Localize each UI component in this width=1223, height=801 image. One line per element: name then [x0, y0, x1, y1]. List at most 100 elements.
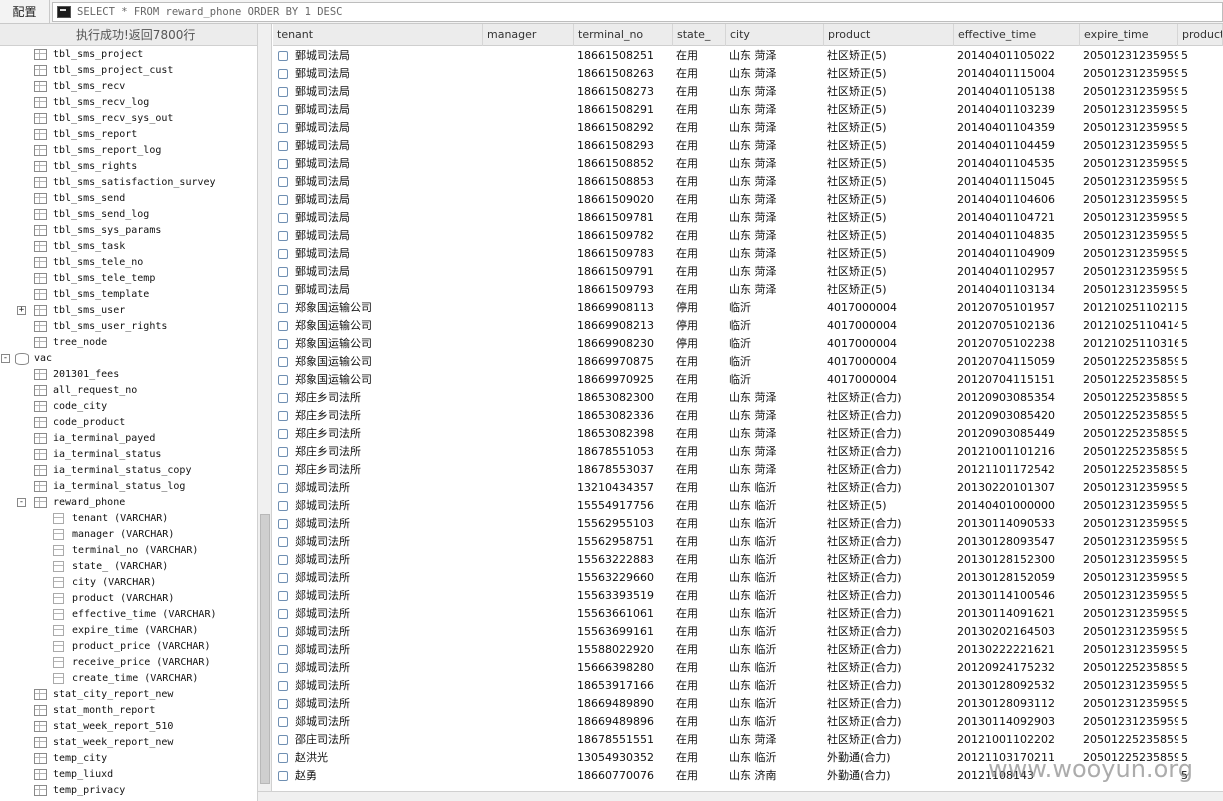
cell-terminal-no[interactable]: 15563222883 [574, 551, 673, 569]
cell-state[interactable]: 在用 [673, 623, 726, 641]
cell-expire-time[interactable]: 20501231235959 [1080, 173, 1178, 191]
cell-city[interactable]: 临沂 [726, 371, 824, 389]
cell-tenant[interactable]: 郯城司法所 [273, 641, 483, 659]
cell-product[interactable]: 社区矫正(合力) [824, 731, 954, 749]
collapse-icon[interactable]: - [17, 498, 26, 507]
cell-product[interactable]: 社区矫正(合力) [824, 533, 954, 551]
cell-manager[interactable] [483, 767, 574, 785]
cell-product[interactable]: 5 [1178, 335, 1223, 353]
cell-terminal-no[interactable]: 15666398280 [574, 659, 673, 677]
column-header-city[interactable]: city [726, 24, 824, 46]
cell-manager[interactable] [483, 533, 574, 551]
cell-effective-time[interactable]: 20120705102136 [954, 317, 1080, 335]
cell-tenant[interactable]: 鄄城司法局 [273, 137, 483, 155]
tree-table-item[interactable]: ia_terminal_status_log [0, 479, 257, 495]
tree-table-item[interactable]: code_city [0, 399, 257, 415]
cell-expire-time[interactable]: 20501231235959 [1080, 281, 1178, 299]
cell-product[interactable]: 5 [1178, 101, 1223, 119]
tree-table-item[interactable]: tbl_sms_tele_no [0, 255, 257, 271]
cell-product[interactable]: 社区矫正(5) [824, 209, 954, 227]
cell-manager[interactable] [483, 137, 574, 155]
cell-product[interactable]: 5 [1178, 245, 1223, 263]
cell-terminal-no[interactable]: 18661508293 [574, 137, 673, 155]
tree-table-item[interactable]: tbl_sms_satisfaction_survey [0, 175, 257, 191]
cell-product[interactable]: 社区矫正(合力) [824, 443, 954, 461]
cell-manager[interactable] [483, 371, 574, 389]
cell-terminal-no[interactable]: 18678551551 [574, 731, 673, 749]
cell-manager[interactable] [483, 263, 574, 281]
column-header-product[interactable]: product [824, 24, 954, 46]
cell-state[interactable]: 在用 [673, 407, 726, 425]
table-row[interactable]: 鄄城司法局 18661508852 在用 山东 菏泽 社区矫正(5) 2014040110… [273, 155, 1223, 173]
tree-table-item[interactable]: temp_city [0, 751, 257, 767]
cell-product[interactable]: 5 [1178, 623, 1223, 641]
cell-product[interactable]: 5 [1178, 281, 1223, 299]
cell-city[interactable]: 山东 临沂 [726, 551, 824, 569]
tree-column-item[interactable]: create_time (VARCHAR) [0, 671, 257, 687]
cell-manager[interactable] [483, 461, 574, 479]
cell-tenant[interactable]: 郯城司法所 [273, 497, 483, 515]
cell-city[interactable]: 临沂 [726, 317, 824, 335]
cell-product[interactable]: 社区矫正(5) [824, 155, 954, 173]
cell-product[interactable]: 5 [1178, 137, 1223, 155]
tree-table-item[interactable]: tbl_sms_tele_temp [0, 271, 257, 287]
tree-table-item[interactable]: tbl_sms_recv_sys_out [0, 111, 257, 127]
cell-expire-time[interactable]: 20501231235959 [1080, 677, 1178, 695]
table-row[interactable]: 鄄城司法局 18661508273 在用 山东 菏泽 社区矫正(5) 2014040110… [273, 83, 1223, 101]
cell-state[interactable]: 在用 [673, 767, 726, 785]
cell-city[interactable]: 山东 临沂 [726, 497, 824, 515]
cell-terminal-no[interactable]: 15562955103 [574, 515, 673, 533]
cell-terminal-no[interactable]: 18653917166 [574, 677, 673, 695]
cell-expire-time[interactable]: 20121025110414 [1080, 317, 1178, 335]
cell-tenant[interactable]: 鄄城司法局 [273, 155, 483, 173]
cell-terminal-no[interactable]: 18661509793 [574, 281, 673, 299]
cell-product[interactable]: 社区矫正(合力) [824, 569, 954, 587]
cell-city[interactable]: 山东 菏泽 [726, 65, 824, 83]
cell-product[interactable]: 社区矫正(5) [824, 119, 954, 137]
table-row[interactable]: 鄄城司法局 18661508853 在用 山东 菏泽 社区矫正(5) 2014040111… [273, 173, 1223, 191]
cell-terminal-no[interactable]: 18669908113 [574, 299, 673, 317]
cell-product[interactable]: 社区矫正(5) [824, 281, 954, 299]
cell-terminal-no[interactable]: 18661508291 [574, 101, 673, 119]
table-row[interactable]: 郯城司法所 15554917756 在用 山东 临沂 社区矫正(5) 2014040100… [273, 497, 1223, 515]
table-row[interactable]: 郯城司法所 15666398280 在用 山东 临沂 社区矫正(合力) 201209241… [273, 659, 1223, 677]
cell-product[interactable]: 社区矫正(5) [824, 65, 954, 83]
table-row[interactable]: 郑象国运输公司 18669908113 停用 临沂 4017000004 20120705… [273, 299, 1223, 317]
tree-table-item[interactable]: 201301_fees [0, 367, 257, 383]
cell-product[interactable]: 社区矫正(合力) [824, 407, 954, 425]
column-header-tenant[interactable]: tenant [273, 24, 483, 46]
cell-tenant[interactable]: 郯城司法所 [273, 677, 483, 695]
cell-product[interactable]: 5 [1178, 713, 1223, 731]
cell-product[interactable]: 5 [1178, 587, 1223, 605]
cell-product[interactable]: 社区矫正(5) [824, 227, 954, 245]
cell-product[interactable]: 5 [1178, 407, 1223, 425]
cell-city[interactable]: 山东 菏泽 [726, 407, 824, 425]
table-row[interactable]: 郯城司法所 15563393519 在用 山东 临沂 社区矫正(合力) 201301141… [273, 587, 1223, 605]
table-row[interactable]: 郯城司法所 15588022920 在用 山东 临沂 社区矫正(合力) 201302222… [273, 641, 1223, 659]
cell-product[interactable]: 社区矫正(5) [824, 191, 954, 209]
cell-manager[interactable] [483, 605, 574, 623]
tree-table-item[interactable]: tree_node [0, 335, 257, 351]
column-header-product[interactable]: product_ [1178, 24, 1223, 46]
cell-manager[interactable] [483, 227, 574, 245]
cell-manager[interactable] [483, 659, 574, 677]
cell-terminal-no[interactable]: 18669489890 [574, 695, 673, 713]
cell-effective-time[interactable]: 20130128093112 [954, 695, 1080, 713]
cell-state[interactable]: 在用 [673, 533, 726, 551]
table-row[interactable]: 郯城司法所 15563229660 在用 山东 临沂 社区矫正(合力) 201301281… [273, 569, 1223, 587]
cell-tenant[interactable]: 郯城司法所 [273, 713, 483, 731]
cell-state[interactable]: 在用 [673, 83, 726, 101]
cell-product[interactable]: 社区矫正(5) [824, 173, 954, 191]
cell-state[interactable]: 在用 [673, 569, 726, 587]
cell-effective-time[interactable]: 20120705102238 [954, 335, 1080, 353]
cell-manager[interactable] [483, 587, 574, 605]
cell-city[interactable]: 山东 临沂 [726, 479, 824, 497]
cell-expire-time[interactable]: 20501231235959 [1080, 65, 1178, 83]
cell-terminal-no[interactable]: 18678551053 [574, 443, 673, 461]
cell-effective-time[interactable]: 20130222221621 [954, 641, 1080, 659]
cell-city[interactable]: 山东 临沂 [726, 749, 824, 767]
tree-scrollbar-thumb[interactable] [260, 514, 270, 784]
table-row[interactable]: 鄄城司法局 18661509781 在用 山东 菏泽 社区矫正(5) 2014040110… [273, 209, 1223, 227]
cell-expire-time[interactable]: 20501225235859 [1080, 371, 1178, 389]
table-row[interactable]: 郯城司法所 15562958751 在用 山东 临沂 社区矫正(合力) 201301280… [273, 533, 1223, 551]
